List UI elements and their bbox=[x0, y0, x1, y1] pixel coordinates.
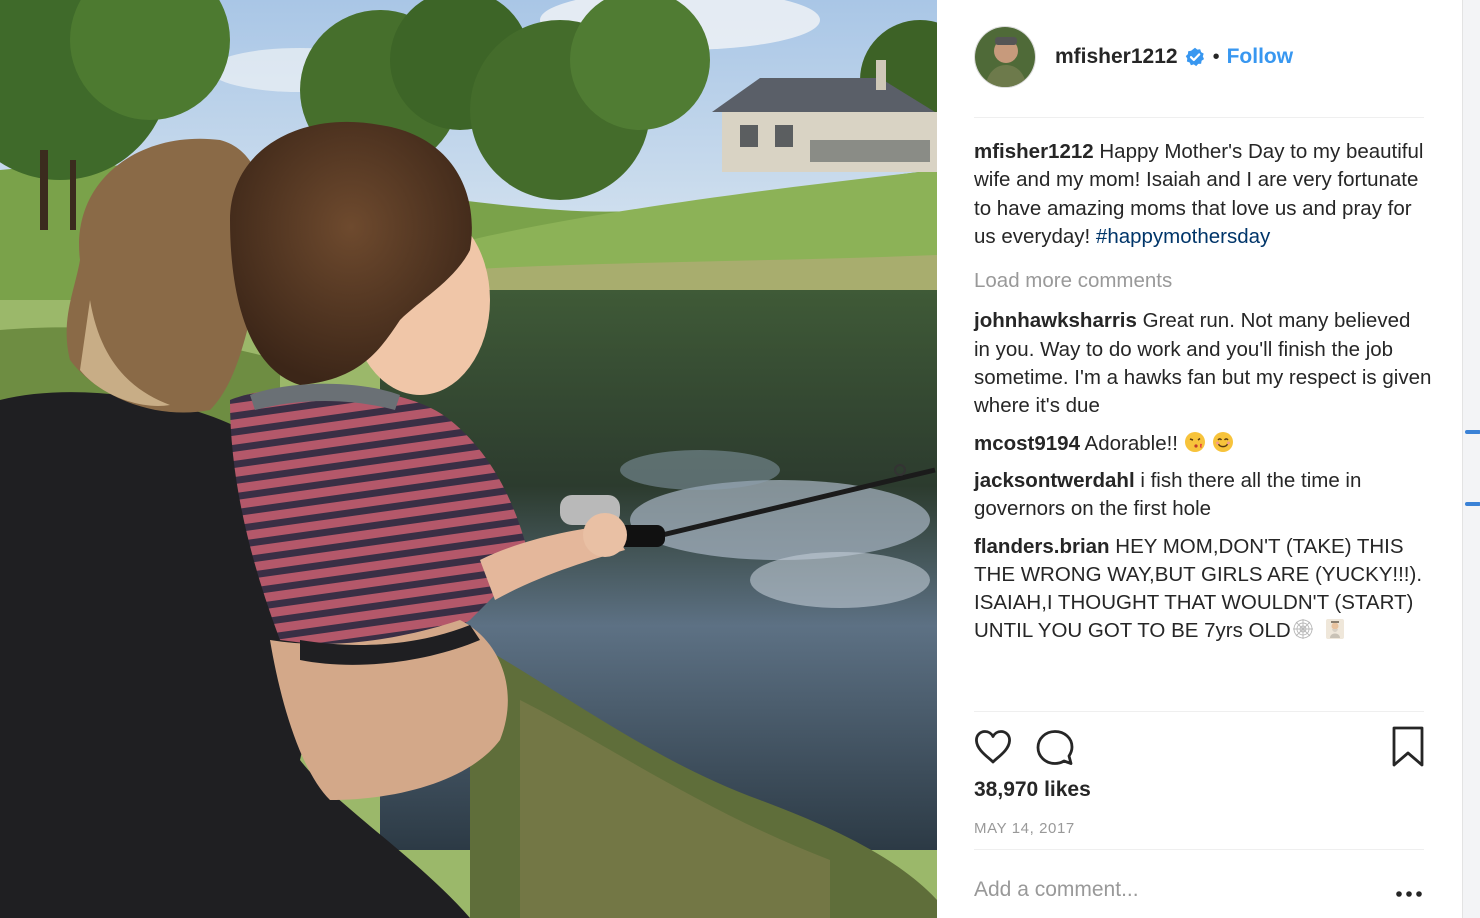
comment-item: mcost9194 Adorable!! bbox=[974, 430, 1432, 458]
caption-username[interactable]: mfisher1212 bbox=[974, 140, 1094, 163]
verified-badge-icon bbox=[1185, 47, 1205, 67]
separator-dot: • bbox=[1212, 45, 1220, 68]
post-header: mfisher1212 • Follow bbox=[974, 24, 1424, 90]
heart-icon[interactable] bbox=[974, 729, 1012, 770]
comment-username[interactable]: johnhawksharris bbox=[974, 309, 1137, 332]
header-divider bbox=[974, 117, 1424, 118]
actions-divider bbox=[974, 711, 1424, 712]
load-more-comments-button[interactable]: Load more comments bbox=[974, 267, 1432, 295]
avatar-image bbox=[975, 27, 1035, 87]
comments-section: mfisher1212 Happy Mother's Day to my bea… bbox=[974, 138, 1432, 646]
comment-username[interactable]: mcost9194 bbox=[974, 432, 1080, 455]
post-photo[interactable] bbox=[0, 0, 937, 918]
comment-item: jacksontwerdahl i fish there all the tim… bbox=[974, 467, 1432, 524]
mage-emoji bbox=[1324, 618, 1346, 640]
edge-marker bbox=[1465, 502, 1480, 506]
comment-input-divider bbox=[974, 849, 1424, 850]
add-comment-input[interactable] bbox=[974, 878, 1334, 902]
post-username[interactable]: mfisher1212 bbox=[1055, 45, 1178, 69]
follow-button[interactable]: Follow bbox=[1227, 45, 1294, 69]
comment-item: johnhawksharris Great run. Not many beli… bbox=[974, 307, 1432, 420]
caption: mfisher1212 Happy Mother's Day to my bea… bbox=[974, 138, 1432, 251]
caption-hashtag[interactable]: #happymothersday bbox=[1096, 225, 1270, 248]
likes-count[interactable]: 38,970 likes bbox=[974, 778, 1091, 802]
smiling-face-emoji bbox=[1212, 431, 1234, 453]
post-date[interactable]: MAY 14, 2017 bbox=[974, 820, 1075, 837]
photo-scene bbox=[0, 0, 937, 918]
comment-icon[interactable] bbox=[1036, 729, 1074, 772]
bookmark-icon[interactable] bbox=[1391, 726, 1425, 773]
window-edge-strip bbox=[1462, 0, 1480, 918]
edge-marker bbox=[1465, 430, 1480, 434]
comment-item: flanders.brian HEY MOM,DON'T (TAKE) THIS… bbox=[974, 533, 1432, 646]
more-options-icon[interactable] bbox=[1394, 882, 1424, 906]
avatar[interactable] bbox=[974, 26, 1036, 88]
post-actions bbox=[974, 726, 1424, 770]
comment-text: Adorable!! bbox=[1079, 431, 1178, 455]
spider-web-emoji bbox=[1292, 618, 1314, 640]
comment-username[interactable]: jacksontwerdahl bbox=[974, 469, 1135, 492]
comment-username[interactable]: flanders.brian bbox=[974, 535, 1110, 558]
kissing-face-emoji bbox=[1184, 431, 1206, 453]
